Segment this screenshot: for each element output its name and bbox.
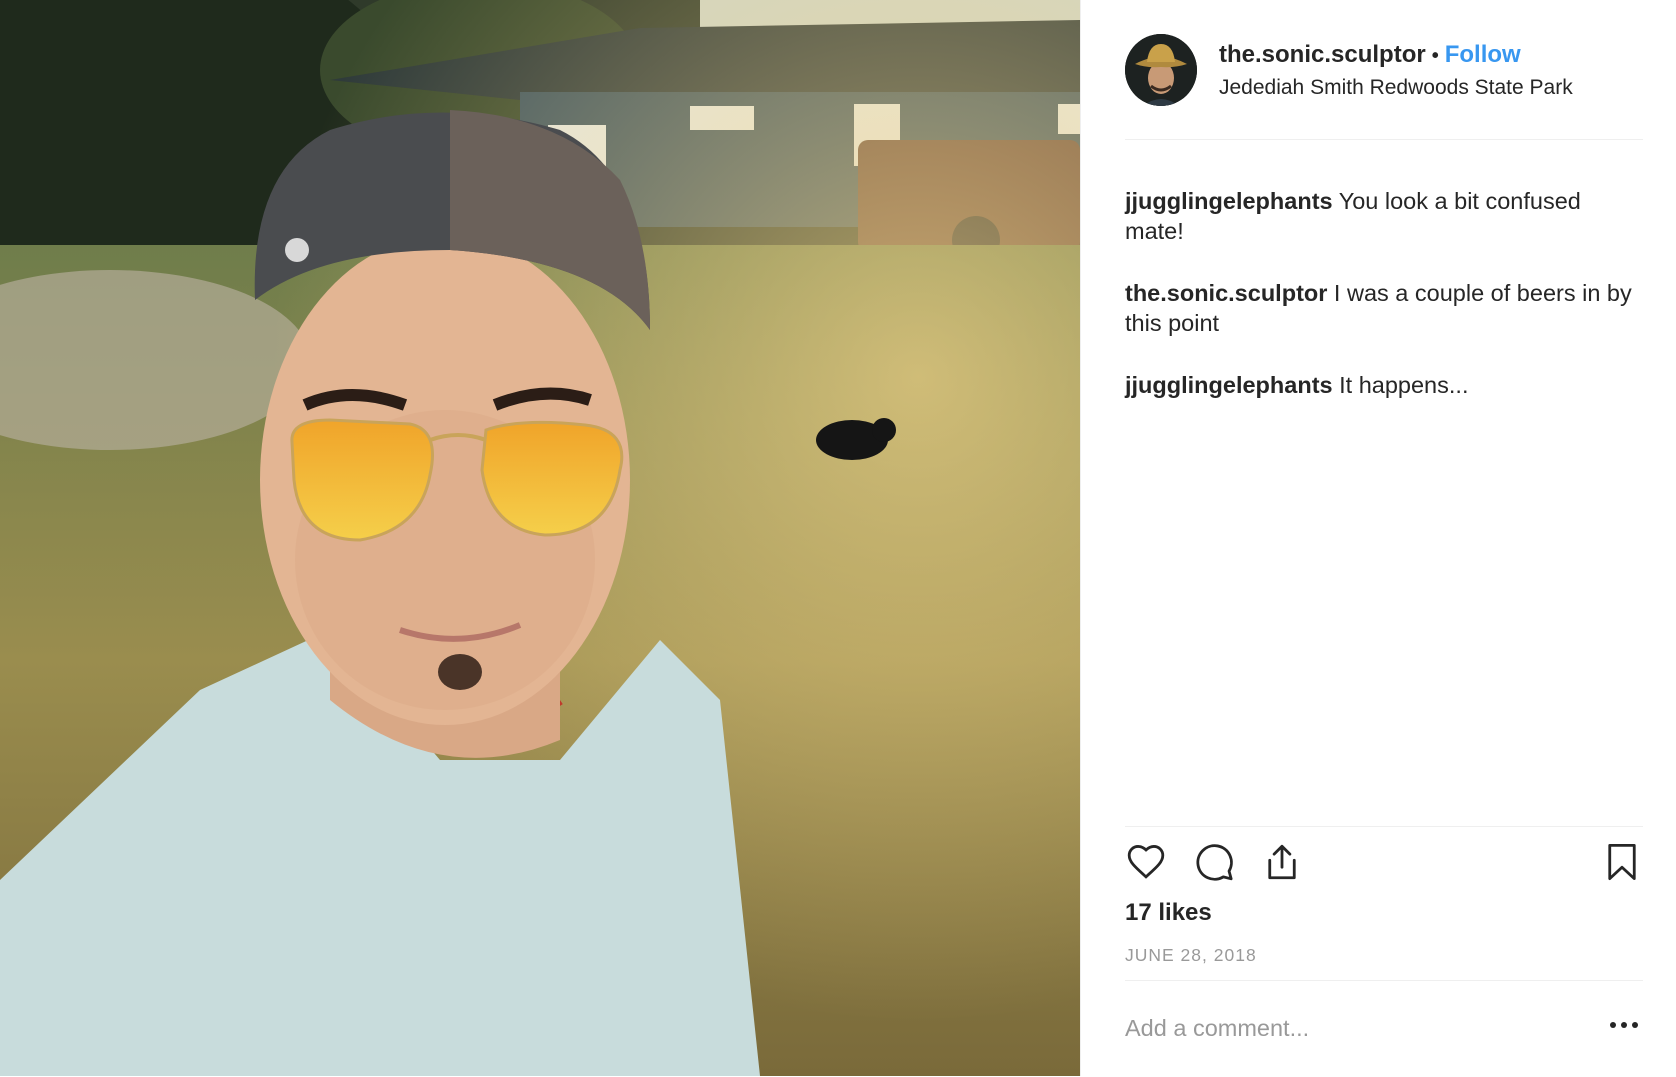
post-header: the.sonic.sculptor • Follow Jedediah Smith…: [1125, 34, 1643, 140]
comment-username[interactable]: jjugglingelephants: [1125, 372, 1333, 398]
comment-username[interactable]: the.sonic.sculptor: [1125, 280, 1327, 306]
share-icon[interactable]: [1261, 841, 1303, 888]
header-separator: •: [1431, 45, 1439, 67]
avatar-image: [1125, 34, 1197, 106]
post-side-panel: the.sonic.sculptor • Follow Jedediah Smith…: [1080, 0, 1676, 1076]
likes-count[interactable]: 17 likes: [1125, 899, 1212, 927]
avatar[interactable]: [1125, 34, 1197, 106]
action-icons: [1125, 841, 1643, 897]
share-icon-glyph: [1268, 844, 1296, 880]
follow-button[interactable]: Follow: [1445, 41, 1521, 68]
comments-list: jjugglingelephants You look a bit confus…: [1125, 186, 1643, 432]
comment-bubble-icon[interactable]: [1193, 841, 1235, 888]
heart-icon-glyph: [1127, 845, 1165, 879]
comment-item: jjugglingelephants You look a bit confus…: [1125, 186, 1643, 246]
more-options-icon[interactable]: [1609, 1017, 1639, 1035]
comment-item: jjugglingelephants It happens...: [1125, 370, 1643, 400]
comment-username[interactable]: jjugglingelephants: [1125, 188, 1333, 214]
instagram-post-view: the.sonic.sculptor • Follow Jedediah Smith…: [0, 0, 1676, 1076]
post-location[interactable]: Jedediah Smith Redwoods State Park: [1219, 73, 1573, 103]
bookmark-icon[interactable]: [1601, 841, 1643, 888]
post-actions: 17 likes JUNE 28, 2018: [1125, 826, 1643, 987]
heart-icon[interactable]: [1125, 841, 1167, 888]
post-date: JUNE 28, 2018: [1125, 945, 1257, 965]
post-photo[interactable]: [0, 0, 1080, 1076]
add-comment-bar: [1125, 980, 1643, 1077]
selfie-image: [0, 0, 1080, 1076]
comment-item: the.sonic.sculptor I was a couple of bee…: [1125, 278, 1643, 338]
comment-input[interactable]: [1125, 1003, 1565, 1053]
comment-bubble-icon-glyph: [1196, 844, 1233, 881]
bookmark-icon-glyph: [1608, 843, 1636, 881]
more-options-icon-glyph: [1610, 1022, 1638, 1028]
comment-text: It happens...: [1339, 372, 1469, 398]
post-author-username[interactable]: the.sonic.sculptor: [1219, 41, 1426, 68]
